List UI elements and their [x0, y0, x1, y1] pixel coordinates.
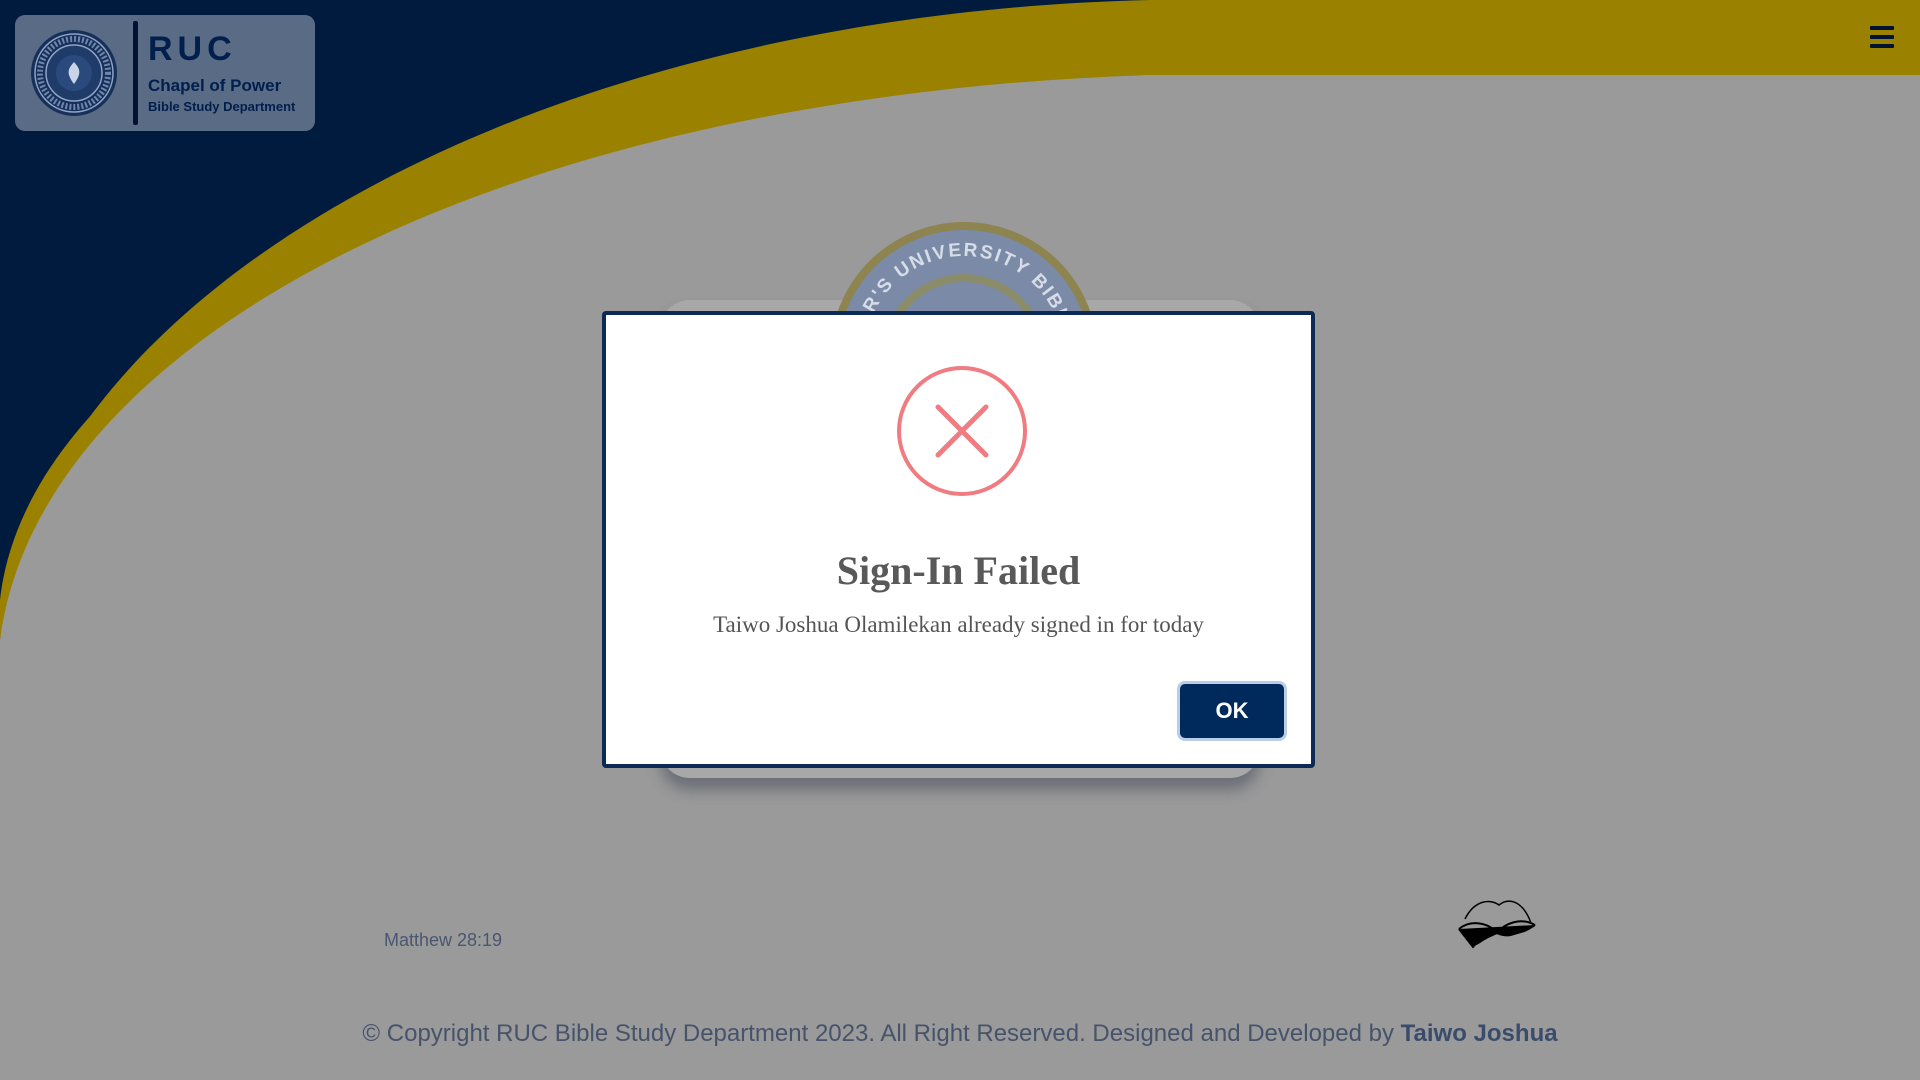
open-bible-icon [1458, 900, 1536, 949]
sign-in-failed-dialog: Sign-In Failed Taiwo Joshua Olamilekan a… [602, 311, 1315, 768]
site-logo[interactable]: RUC Chapel of Power Bible Study Departme… [15, 15, 315, 131]
logo-department: Bible Study Department [148, 99, 296, 114]
logo-title: RUC [148, 30, 237, 68]
dialog-message: Taiwo Joshua Olamilekan already signed i… [713, 612, 1204, 637]
dialog-title: Sign-In Failed [836, 548, 1081, 593]
menu-bar [1870, 35, 1894, 39]
footer-copyright-text: © Copyright RUC Bible Study Department 2… [362, 1020, 1394, 1047]
error-x-icon [897, 366, 1027, 496]
footer-copyright: © Copyright RUC Bible Study Department 2… [0, 1020, 1920, 1048]
footer-author-link[interactable]: Taiwo Joshua [1401, 1020, 1558, 1047]
ok-button[interactable]: OK [1180, 684, 1284, 738]
logo-subtitle: Chapel of Power [148, 76, 282, 95]
menu-bar [1870, 26, 1894, 30]
menu-bar [1870, 44, 1894, 48]
logo-divider [133, 21, 138, 125]
verse-reference: Matthew 28:19 [384, 930, 503, 950]
hamburger-icon[interactable] [1870, 26, 1894, 48]
university-seal-icon [31, 30, 117, 116]
